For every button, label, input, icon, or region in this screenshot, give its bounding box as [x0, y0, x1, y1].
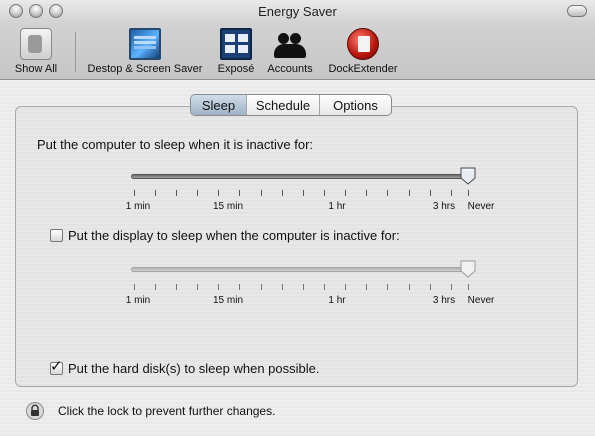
toolbar-show-all-label: Show All	[14, 63, 58, 75]
dockextender-icon	[347, 28, 379, 60]
toolbar-desktop-screensaver[interactable]: Destop & Screen Saver	[82, 28, 208, 75]
desktop-screensaver-icon	[129, 28, 161, 60]
toolbar-separator	[75, 32, 76, 72]
toolbar-accounts-label: Accounts	[267, 63, 313, 75]
toolbar-desktop-label: Destop & Screen Saver	[87, 63, 203, 75]
toolbar-show-all[interactable]: Show All	[8, 28, 64, 75]
tab-sleep[interactable]: Sleep	[191, 95, 246, 115]
computer-sleep-thumb[interactable]	[460, 167, 476, 185]
energy-saver-window: Energy Saver Show All Destop & Screen Sa…	[0, 0, 595, 436]
tab-bar: Sleep Schedule Options	[190, 94, 392, 116]
computer-sleep-slider[interactable]	[131, 167, 476, 187]
computer-sleep-tick-3hrs: 3 hrs	[432, 201, 456, 212]
display-sleep-track	[131, 267, 471, 272]
show-all-icon	[20, 28, 52, 60]
disk-sleep-checkbox[interactable]: ✓	[50, 358, 63, 375]
accounts-icon	[274, 28, 306, 60]
display-sleep-checkbox[interactable]	[50, 229, 63, 242]
toolbar-dockextender[interactable]: DockExtender	[323, 28, 403, 75]
display-sleep-tick-never: Never	[467, 295, 495, 306]
computer-sleep-tick-never: Never	[467, 201, 495, 212]
expose-icon	[220, 28, 252, 60]
disk-sleep-label: Put the hard disk(s) to sleep when possi…	[68, 361, 320, 376]
toolbar-dockextender-label: DockExtender	[328, 63, 398, 75]
computer-sleep-tick-15min: 15 min	[212, 201, 244, 212]
lock-message: Click the lock to prevent further change…	[58, 404, 276, 418]
display-sleep-tick-1min: 1 min	[125, 295, 151, 306]
computer-sleep-tick-1hr: 1 hr	[328, 201, 346, 212]
display-sleep-label: Put the display to sleep when the comput…	[68, 228, 400, 243]
tab-schedule[interactable]: Schedule	[246, 95, 319, 115]
toolbar-expose[interactable]: Exposé	[212, 28, 260, 75]
display-sleep-slider[interactable]	[131, 260, 476, 280]
titlebar-toolbar: Energy Saver Show All Destop & Screen Sa…	[0, 0, 595, 80]
lock-icon[interactable]	[26, 402, 44, 420]
computer-sleep-label: Put the computer to sleep when it is ina…	[37, 137, 314, 152]
toolbar-expose-label: Exposé	[217, 63, 255, 75]
display-sleep-tick-15min: 15 min	[212, 295, 244, 306]
computer-sleep-tick-1min: 1 min	[125, 201, 151, 212]
toolbar-accounts[interactable]: Accounts	[263, 28, 317, 75]
display-sleep-ticks	[131, 284, 476, 292]
display-sleep-tick-3hrs: 3 hrs	[432, 295, 456, 306]
tab-options[interactable]: Options	[319, 95, 391, 115]
toolbar-toggle-button[interactable]	[567, 5, 587, 17]
checkmark-icon: ✓	[50, 358, 63, 375]
computer-sleep-ticks	[131, 190, 476, 198]
display-sleep-thumb[interactable]	[460, 260, 476, 278]
window-title: Energy Saver	[258, 4, 337, 19]
computer-sleep-track	[131, 174, 471, 179]
display-sleep-tick-1hr: 1 hr	[328, 295, 346, 306]
